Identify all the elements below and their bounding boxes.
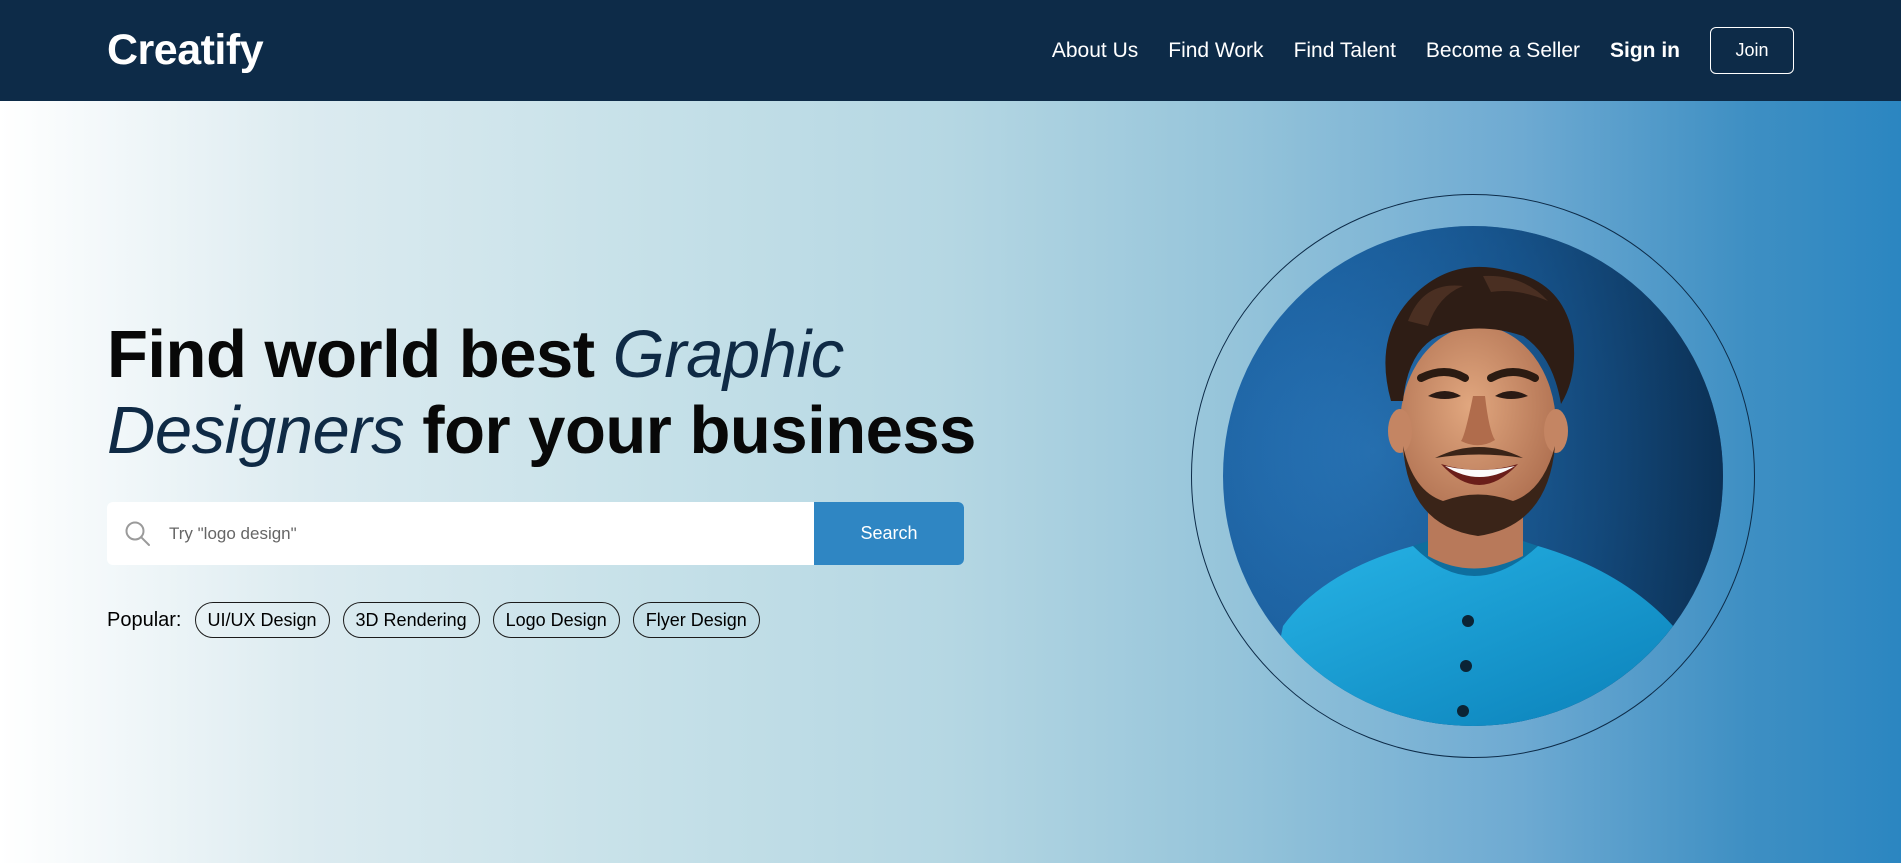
nav-links: About Us Find Work Find Talent Become a … — [1052, 27, 1794, 74]
portrait-illustration — [1223, 226, 1723, 726]
hero-portrait-image — [1223, 226, 1723, 726]
top-navbar: Creatify About Us Find Work Find Talent … — [0, 0, 1901, 101]
popular-tag-flyer-design[interactable]: Flyer Design — [632, 602, 760, 638]
search-input[interactable] — [169, 502, 814, 565]
headline-italic-1: Graphic — [612, 317, 845, 392]
headline-italic-2: Designers — [107, 393, 405, 468]
hero-section: Find world best Graphic Designers for yo… — [0, 101, 1901, 863]
headline-part-2: for your business — [404, 393, 976, 468]
nav-link-find-talent[interactable]: Find Talent — [1294, 39, 1396, 63]
popular-tag-3d-rendering[interactable]: 3D Rendering — [342, 602, 480, 638]
hero-headline: Find world best Graphic Designers for yo… — [107, 317, 1007, 469]
search-button[interactable]: Search — [814, 502, 964, 565]
sign-in-link[interactable]: Sign in — [1610, 39, 1680, 63]
nav-link-become-seller[interactable]: Become a Seller — [1426, 39, 1580, 63]
brand-logo[interactable]: Creatify — [107, 26, 264, 75]
search-icon — [107, 502, 169, 565]
nav-link-about-us[interactable]: About Us — [1052, 39, 1138, 63]
join-button[interactable]: Join — [1710, 27, 1794, 74]
search-bar: Search — [107, 502, 964, 565]
popular-tag-ui-ux[interactable]: UI/UX Design — [194, 602, 330, 638]
headline-part-1: Find world best — [107, 317, 613, 392]
popular-tag-logo-design[interactable]: Logo Design — [492, 602, 620, 638]
popular-label: Popular: — [107, 608, 182, 631]
popular-tags: Popular: UI/UX Design 3D Rendering Logo … — [107, 602, 760, 638]
nav-link-find-work[interactable]: Find Work — [1168, 39, 1263, 63]
